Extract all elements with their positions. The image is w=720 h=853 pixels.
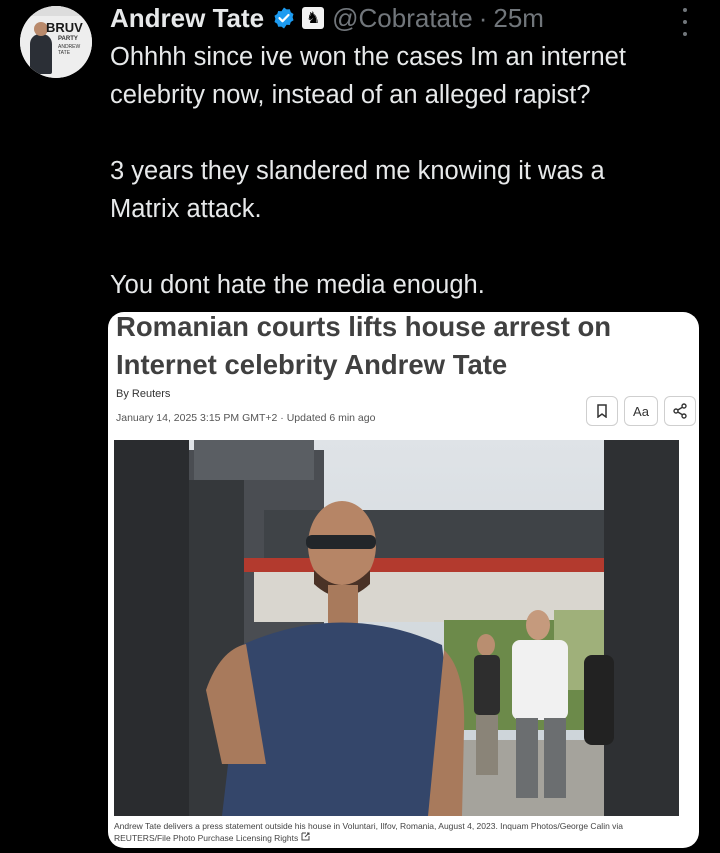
article-dateline: January 14, 2025 3:15 PM GMT+2 · Updated… (116, 412, 376, 424)
tweet-line: celebrity now, instead of an alleged rap… (110, 81, 591, 109)
caption-line: REUTERS/File Photo Purchase Licensing Ri… (114, 832, 694, 844)
caption-line: Andrew Tate delivers a press statement o… (114, 821, 624, 831)
avatar-sub: ANDREW TATE (58, 44, 81, 56)
more-icon[interactable] (678, 8, 692, 36)
tweet-line-gap (110, 114, 710, 152)
avatar[interactable]: BRUV PARTY ANDREW TATE (20, 6, 92, 78)
photo-caption: Andrew Tate delivers a press statement o… (114, 821, 694, 844)
share-icon (664, 396, 696, 426)
tweet-line: 3 years they slandered me knowing it was… (110, 157, 605, 185)
avatar-party: PARTY (58, 36, 78, 42)
tweet-line: You dont hate the media enough. (110, 271, 485, 299)
bookmark-icon (586, 396, 618, 426)
timestamp[interactable]: 25m (493, 3, 544, 34)
handle[interactable]: @Cobratate (332, 3, 473, 34)
chess-knight-icon[interactable]: ♞ (302, 7, 325, 29)
tweet-text: Ohhhh since ive won the cases Im an inte… (110, 38, 710, 304)
font-size-button: Aa (624, 396, 658, 426)
separator: · (478, 2, 488, 33)
article-photo (114, 440, 679, 816)
tweet-line: Ohhhh since ive won the cases Im an inte… (110, 43, 626, 71)
tweet-line-gap (110, 228, 710, 266)
tweet-header: Andrew Tate ♞ @Cobratate · 25m (110, 0, 544, 36)
article-byline: By Reuters (116, 388, 171, 400)
caption-text: REUTERS/File Photo Purchase Licensing Ri… (114, 833, 299, 843)
headline-line: Internet celebrity Andrew Tate (116, 349, 508, 380)
verified-badge-icon (274, 7, 294, 29)
external-link-icon (301, 832, 310, 841)
tweet-line: Matrix attack. (110, 195, 262, 223)
avatar-logo: BRUV (46, 20, 83, 35)
headline-line: Romanian courts lifts house arrest on (116, 312, 612, 342)
article-tools: Aa (586, 396, 696, 426)
article-headline: Romanian courts lifts house arrest on In… (116, 312, 676, 384)
display-name[interactable]: Andrew Tate (110, 3, 264, 34)
attached-image[interactable]: Romanian courts lifts house arrest on In… (108, 312, 699, 848)
avatar-figure (30, 34, 52, 74)
